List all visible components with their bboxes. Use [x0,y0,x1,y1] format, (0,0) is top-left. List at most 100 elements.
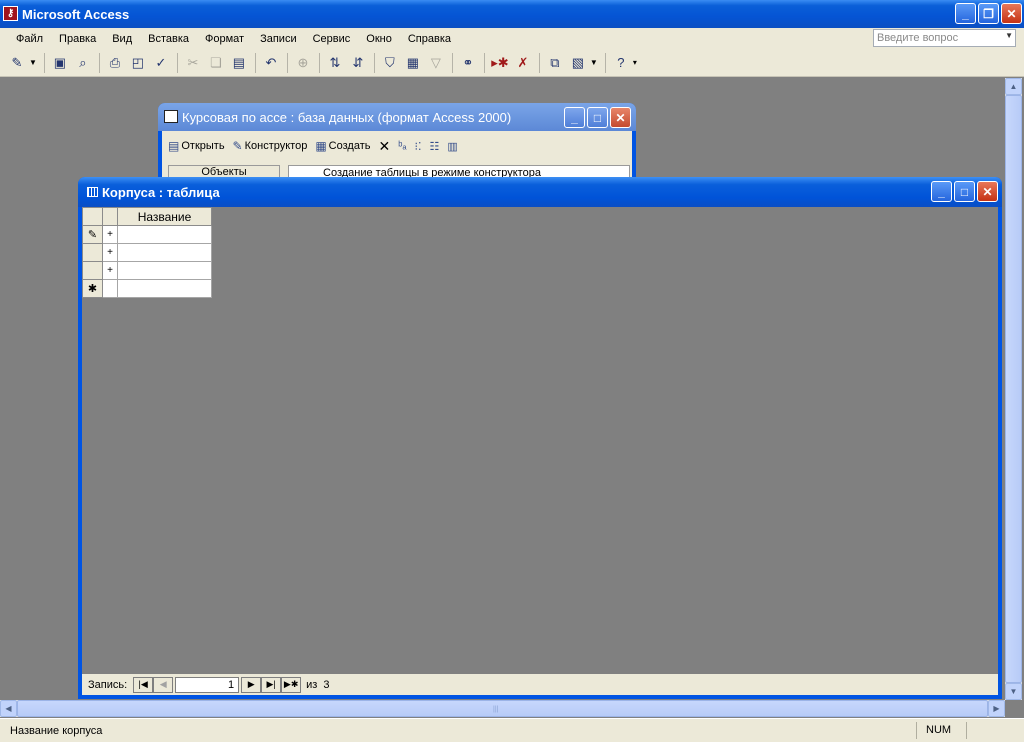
close-button[interactable]: ✕ [1001,3,1022,24]
large-icons-icon[interactable]: ᵇₐ [398,140,406,152]
horizontal-scroll-thumb[interactable]: ||| [17,700,988,717]
menu-window[interactable]: Окно [358,33,400,45]
expand-button[interactable]: + [102,243,118,262]
record-total: 3 [323,678,330,691]
name-cell[interactable] [117,225,212,244]
toolbar-separator [43,52,45,73]
details-view-icon[interactable]: ▥ [447,140,457,153]
filter-by-form-icon[interactable]: ▦ [402,52,424,74]
toolbar-separator [286,52,288,73]
find-icon[interactable]: ⌕ [72,52,94,74]
expand-button[interactable]: + [102,261,118,280]
help-icon[interactable]: ? [610,52,632,74]
menu-help[interactable]: Справка [400,33,459,45]
previous-record-button[interactable]: ◀ [153,676,174,693]
apply-filter-icon[interactable]: ▽ [425,52,447,74]
print-icon[interactable]: ⎙ [104,52,126,74]
database-window-toolbar: ▤ Открыть ✎ Конструктор ▦ Создать ✕ ᵇₐ ⁝⁚ ☷… [162,131,632,161]
new-record-nav-button[interactable]: ▶✱ [281,676,302,693]
sort-ascending-icon[interactable]: ⇅ [324,52,346,74]
sort-descending-icon[interactable]: ⇵ [347,52,369,74]
database-window-title-bar[interactable]: Курсовая по асce : база данных (формат A… [158,103,636,131]
new-record-icon[interactable]: ▸✱ [489,52,511,74]
table-window-title: Корпуса : таблица [102,184,220,200]
small-icons-icon[interactable]: ⁝⁚ [414,140,421,153]
name-cell[interactable] [117,279,212,298]
table-window: Корпуса : таблица _ □ ✕ Название ✎ + + +… [78,177,1002,699]
select-all-button[interactable] [82,207,103,226]
menu-view[interactable]: Вид [104,33,140,45]
print-preview-icon[interactable]: ◰ [127,52,149,74]
current-record-field[interactable]: 1 [175,676,240,693]
create-button[interactable]: ▦ Создать [315,139,370,153]
scroll-right-icon[interactable]: ▶ [988,700,1005,717]
scroll-up-icon[interactable]: ▲ [1005,78,1022,95]
toolbar-separator [98,52,100,73]
ask-question-box[interactable]: Введите вопрос ▼ [873,29,1016,47]
restore-button[interactable]: ❐ [978,3,999,24]
table-window-title-bar[interactable]: Корпуса : таблица _ □ ✕ [78,177,1002,207]
expand-button[interactable]: + [102,225,118,244]
minimize-button[interactable]: _ [955,3,976,24]
menu-tools[interactable]: Сервис [305,33,359,45]
database-icon [164,110,178,123]
paste-icon[interactable]: ▤ [228,52,250,74]
chevron-down-icon[interactable]: ▼ [590,58,598,67]
filter-by-selection-icon[interactable]: ⛉ [379,52,401,74]
menu-file[interactable]: Файл [8,33,51,45]
list-view-icon[interactable]: ☷ [429,140,439,153]
next-record-button[interactable]: ▶ [241,676,262,693]
design-button[interactable]: ✎ Конструктор [233,139,308,153]
new-record-row[interactable]: ✱ [82,279,212,298]
record-selector-new[interactable]: ✱ [82,279,103,298]
name-cell[interactable] [117,261,212,280]
spelling-icon[interactable]: ✓ [150,52,172,74]
table-maximize-button[interactable]: □ [954,181,975,202]
toolbar-separator [451,52,453,73]
access-key-icon[interactable]: ⚷ [3,6,18,21]
table-close-button[interactable]: ✕ [977,181,998,202]
name-cell[interactable] [117,243,212,262]
record-selector[interactable] [82,261,103,280]
undo-icon[interactable]: ↶ [260,52,282,74]
first-record-button[interactable]: |◀ [133,676,154,693]
toolbar-options-icon[interactable]: ▾ [633,58,637,67]
toolbar-separator [318,52,320,73]
record-selector[interactable] [82,243,103,262]
vertical-scrollbar[interactable]: ▲ ▼ [1005,78,1022,700]
menu-insert[interactable]: Вставка [140,33,197,45]
record-selector-edit[interactable]: ✎ [82,225,103,244]
table-row[interactable]: + [82,243,212,262]
binoculars-icon[interactable]: ⚭ [457,52,479,74]
save-icon[interactable]: ▣ [49,52,71,74]
new-object-icon[interactable]: ▧ [567,52,589,74]
table-row[interactable]: + [82,261,212,280]
last-record-button[interactable]: ▶| [261,676,282,693]
db-close-button[interactable]: ✕ [610,107,631,128]
database-window-icon[interactable]: ⧉ [544,52,566,74]
database-window-title: Курсовая по асce : база данных (формат A… [182,109,512,125]
hyperlink-icon[interactable]: ⊕ [292,52,314,74]
menu-edit[interactable]: Правка [51,33,104,45]
table-row[interactable]: ✎ + [82,225,212,244]
db-minimize-button[interactable]: _ [564,107,585,128]
cut-icon[interactable]: ✂ [182,52,204,74]
table-minimize-button[interactable]: _ [931,181,952,202]
delete-icon[interactable]: ✕ [378,138,390,155]
scroll-down-icon[interactable]: ▼ [1005,683,1022,700]
db-maximize-button[interactable]: □ [587,107,608,128]
vertical-scroll-thumb[interactable] [1005,95,1022,683]
horizontal-scrollbar[interactable]: ◀ ||| ▶ [0,700,1005,717]
view-icon[interactable]: ✎ [6,52,28,74]
column-header-name[interactable]: Название [117,207,212,226]
chevron-down-icon[interactable]: ▼ [1005,31,1013,40]
menu-records[interactable]: Записи [252,33,305,45]
copy-icon[interactable]: ❏ [205,52,227,74]
status-text: Название корпуса [10,724,103,737]
menu-format[interactable]: Формат [197,33,252,45]
delete-record-icon[interactable]: ✗ [512,52,534,74]
scroll-left-icon[interactable]: ◀ [0,700,17,717]
create-icon: ▦ [315,139,327,153]
open-button[interactable]: ▤ Открыть [168,139,225,153]
chevron-down-icon[interactable]: ▼ [29,58,37,67]
